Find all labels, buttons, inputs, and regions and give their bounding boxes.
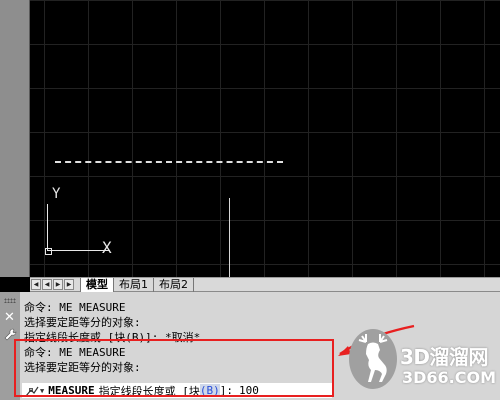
next-tab-button[interactable]: ▶ (53, 279, 63, 290)
tab-layout1[interactable]: 布局1 (114, 277, 154, 292)
ucs-y-label: Y (52, 186, 61, 202)
watermark-brand: 3D溜溜网 (400, 345, 489, 369)
ucs-y-axis (47, 204, 48, 250)
history-line: 命令: ME MEASURE (24, 301, 126, 314)
prev-tab-button[interactable]: ◀ (42, 279, 52, 290)
ucs-x-label: X (102, 238, 112, 257)
deer-logo-icon (349, 329, 397, 389)
annotation-highlight-box (14, 339, 334, 397)
close-icon[interactable]: ✕ (4, 311, 15, 324)
watermark-site: 3D66.COM (402, 368, 497, 387)
dashed-line-object[interactable] (55, 161, 283, 163)
tab-model[interactable]: 模型 (80, 277, 114, 292)
first-tab-button[interactable]: ◀ (31, 279, 41, 290)
canvas-left-toolbar (0, 0, 30, 277)
history-line: 选择要定距等分的对象: (24, 316, 141, 329)
watermark-logo: 3D溜溜网 3D66.COM (348, 328, 498, 394)
layout-tab-bar: ◀ ◀ ▶ ▶ 模型 布局1 布局2 (30, 277, 500, 292)
tab-layout2[interactable]: 布局2 (154, 277, 194, 292)
vertical-line-object[interactable] (229, 198, 230, 277)
ucs-origin-box (45, 248, 52, 255)
ucs-x-axis (47, 250, 110, 251)
last-tab-button[interactable]: ▶ (64, 279, 74, 290)
drawing-canvas[interactable]: Y X (0, 0, 500, 277)
grip-dots-icon (4, 298, 16, 303)
ucs-icon: Y X (40, 186, 130, 266)
